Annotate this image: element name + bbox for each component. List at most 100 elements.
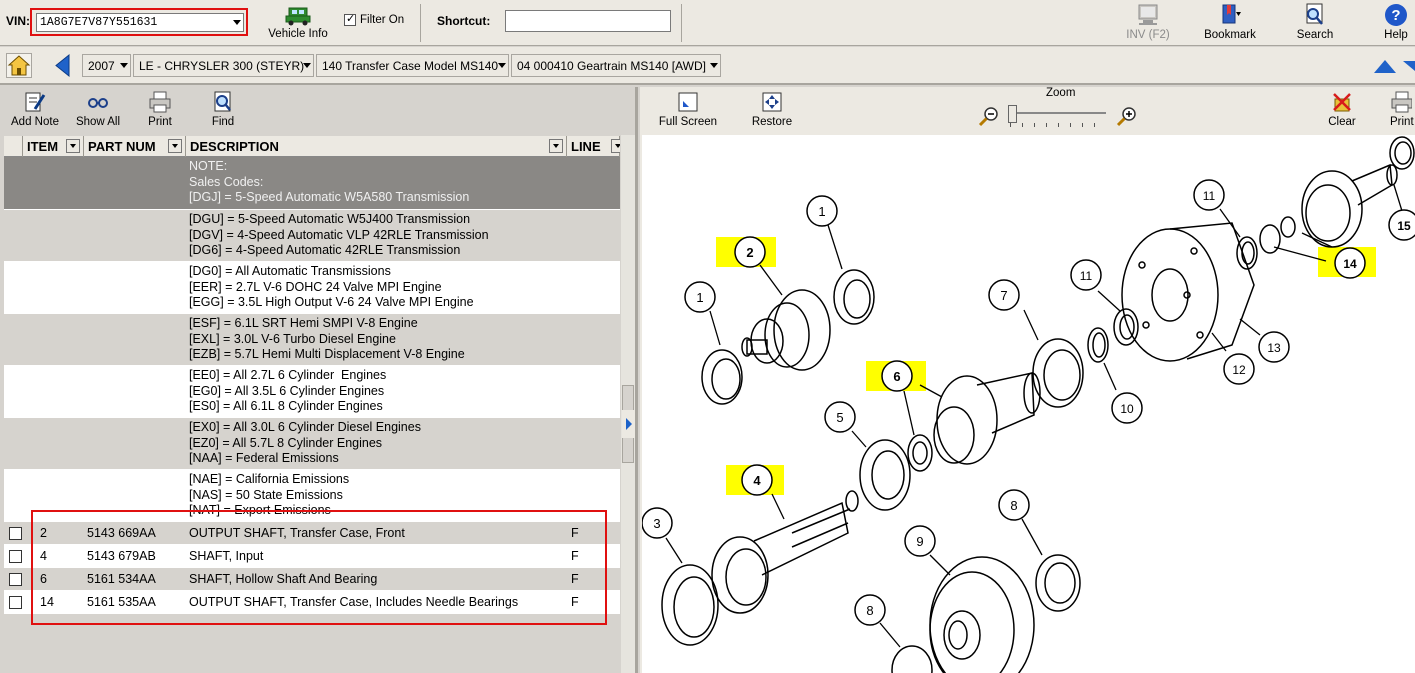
part-num-column-header[interactable]: PART NUM xyxy=(84,136,186,157)
callout-11[interactable]: 11 xyxy=(1193,179,1225,211)
add-note-label: Add Note xyxy=(11,116,59,128)
callout-11[interactable]: 11 xyxy=(1070,259,1102,291)
part-select-checkbox[interactable] xyxy=(9,550,22,563)
filter-on-checkbox[interactable] xyxy=(344,12,356,26)
filter-dropdown-icon[interactable] xyxy=(611,139,620,153)
callout-12[interactable]: 12 xyxy=(1223,353,1255,385)
line-header-label: LINE xyxy=(571,139,601,154)
bookmark-label: Bookmark xyxy=(1204,29,1256,41)
inv-label: INV (F2) xyxy=(1126,29,1170,41)
chevron-down-icon[interactable] xyxy=(707,55,720,76)
search-button[interactable]: Search xyxy=(1290,3,1340,41)
filter-dropdown-icon[interactable] xyxy=(549,139,563,153)
part-select-checkbox[interactable] xyxy=(9,527,22,540)
zoom-slider-thumb[interactable] xyxy=(1008,105,1017,123)
callout-10[interactable]: 10 xyxy=(1111,392,1143,424)
add-note-button[interactable]: Add Note xyxy=(10,91,60,128)
callout-7[interactable]: 7 xyxy=(988,279,1020,311)
home-button[interactable] xyxy=(6,53,32,78)
back-button[interactable] xyxy=(50,53,76,78)
ring-part-10 xyxy=(1087,327,1109,363)
gear-hub-part-9 xyxy=(929,556,1035,673)
inv-button[interactable]: INV (F2) xyxy=(1120,3,1176,41)
shortcut-input[interactable] xyxy=(505,10,671,32)
callout-9[interactable]: 9 xyxy=(904,525,936,557)
callout-15[interactable]: 15 xyxy=(1388,209,1415,241)
seal-part-1a xyxy=(701,349,743,405)
part-select-checkbox[interactable] xyxy=(9,573,22,586)
full-screen-button[interactable]: Full Screen xyxy=(658,91,718,128)
chevron-down-icon[interactable] xyxy=(495,55,508,76)
vehicle-info-label: Vehicle Info xyxy=(268,28,328,40)
callout-2[interactable]: 2 xyxy=(734,236,766,268)
carrier-part-12 xyxy=(1121,222,1255,362)
note-line: [NAE] = California Emissions xyxy=(189,472,350,486)
note-pencil-icon xyxy=(25,92,46,112)
zoom-out-icon[interactable] xyxy=(978,105,1000,127)
filter-on-toggle[interactable]: Filter On xyxy=(344,12,404,26)
print-illustration-button[interactable]: Print xyxy=(1390,91,1415,128)
filter-dropdown-icon[interactable] xyxy=(168,139,182,153)
collapse-down-button[interactable] xyxy=(1402,57,1415,75)
find-button[interactable]: Find xyxy=(205,91,241,128)
select-column-header xyxy=(4,136,23,157)
svg-text:8: 8 xyxy=(1010,498,1017,513)
vin-combobox[interactable]: 1A8G7E7V87Y551631 xyxy=(36,13,244,32)
search-icon xyxy=(1306,3,1323,25)
triangle-down-icon xyxy=(1403,61,1415,71)
callout-13[interactable]: 13 xyxy=(1258,331,1290,363)
year-select[interactable]: 2007 xyxy=(82,54,131,77)
grid-scrollbar[interactable] xyxy=(621,135,635,673)
note-row[interactable]: [EX0] = All 3.0L 6 Cylinder Diesel Engin… xyxy=(4,418,620,470)
part-select-checkbox[interactable] xyxy=(9,596,22,609)
note-line: [EZB] = 5.7L Hemi Multi Displacement V-8… xyxy=(189,347,465,362)
model-select[interactable]: LE - CHRYSLER 300 (STEYR) xyxy=(133,54,314,77)
vehicle-info-button[interactable]: Vehicle Info xyxy=(268,4,328,40)
filter-dropdown-icon[interactable] xyxy=(66,139,80,153)
exploded-view-canvas[interactable]: 1 2 1 4 3 5 6 7 8 9 8 10 11 11 12 13 14 xyxy=(642,135,1415,673)
pane-splitter-button[interactable] xyxy=(622,410,635,438)
note-row[interactable]: NOTE: Sales Codes: [DGJ] = 5-Speed Automat… xyxy=(4,157,620,210)
chevron-down-icon[interactable] xyxy=(230,14,243,31)
restore-label: Restore xyxy=(751,116,793,128)
note-row[interactable]: [EE0] = All 2.7L 6 Cylinder Engines [EG0]… xyxy=(4,366,620,418)
parts-catalog-window: VIN: 1A8G7E7V87Y551631 Vehicle Info Filt… xyxy=(0,0,1415,673)
note-row[interactable]: [DGU] = 5-Speed Automatic W5J400 Transmi… xyxy=(4,210,620,262)
callout-14[interactable]: 14 xyxy=(1334,247,1366,279)
bookmark-icon xyxy=(1222,4,1241,24)
collapse-up-button[interactable] xyxy=(1372,57,1398,75)
group-select[interactable]: 140 Transfer Case Model MS140 xyxy=(316,54,509,77)
line-column-header[interactable]: LINE xyxy=(567,136,620,157)
note-line: [DGU] = 5-Speed Automatic W5J400 Transmi… xyxy=(189,212,471,226)
callout-8[interactable]: 8 xyxy=(854,594,886,626)
show-all-label: Show All xyxy=(75,116,121,128)
printer-icon xyxy=(1391,91,1413,113)
help-button[interactable]: ? Help xyxy=(1378,3,1414,41)
callout-1[interactable]: 1 xyxy=(684,281,716,313)
callout-6[interactable]: 6 xyxy=(881,360,913,392)
chevron-down-icon[interactable] xyxy=(300,55,313,76)
chevron-down-icon[interactable] xyxy=(117,55,130,76)
note-row[interactable]: [ESF] = 6.1L SRT Hemi SMPI V-8 Engine [EX… xyxy=(4,314,620,366)
bookmark-button[interactable]: Bookmark xyxy=(1202,3,1258,41)
callout-5[interactable]: 5 xyxy=(824,401,856,433)
svg-text:6: 6 xyxy=(893,369,900,384)
callout-8[interactable]: 8 xyxy=(998,489,1030,521)
print-illustration-label: Print xyxy=(1390,116,1414,128)
input-shaft-part-4 xyxy=(711,490,859,614)
restore-button[interactable]: Restore xyxy=(750,91,794,128)
clear-button[interactable]: Clear xyxy=(1324,91,1360,128)
callout-1[interactable]: 1 xyxy=(806,195,838,227)
show-all-button[interactable]: Show All xyxy=(74,91,122,128)
zoom-in-icon[interactable] xyxy=(1116,105,1138,127)
subgroup-select[interactable]: 04 000410 Geartrain MS140 [AWD] xyxy=(511,54,721,77)
note-row[interactable]: [DG0] = All Automatic Transmissions [EER]… xyxy=(4,262,620,314)
svg-text:7: 7 xyxy=(1000,288,1007,303)
note-line: [NAA] = Federal Emissions xyxy=(189,451,339,466)
description-column-header[interactable]: DESCRIPTION xyxy=(186,136,567,157)
print-list-button[interactable]: Print xyxy=(142,91,178,128)
callout-4[interactable]: 4 xyxy=(741,464,773,496)
callout-3[interactable]: 3 xyxy=(642,507,673,539)
zoom-slider[interactable] xyxy=(1006,103,1110,133)
item-column-header[interactable]: ITEM xyxy=(23,136,84,157)
